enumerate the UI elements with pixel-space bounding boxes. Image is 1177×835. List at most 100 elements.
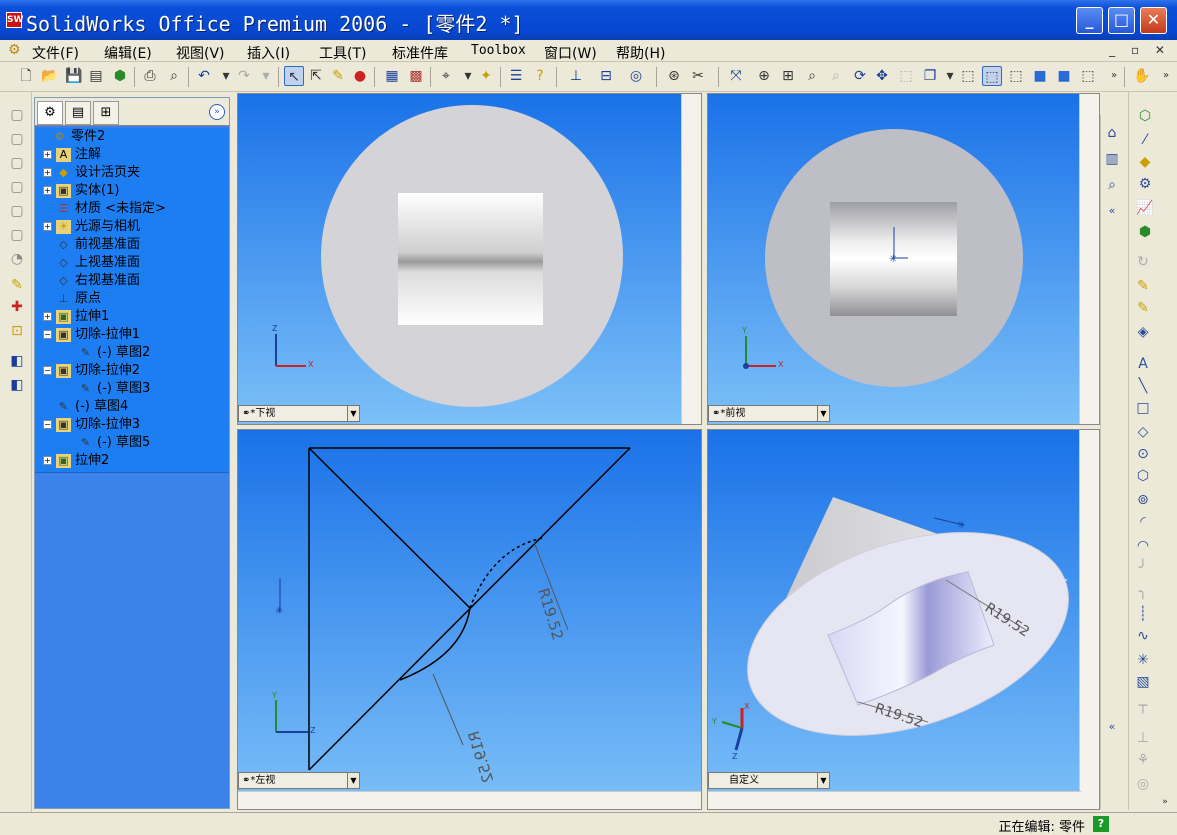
grid-icon[interactable]: ▦ xyxy=(382,66,402,86)
text-icon[interactable]: A xyxy=(1133,354,1153,374)
smart-dimension-icon[interactable]: ◈ xyxy=(1133,322,1153,342)
rebuild-icon[interactable]: ⬢ xyxy=(110,66,130,86)
new-icon[interactable]: 🗋 xyxy=(16,66,36,86)
menu-edit[interactable]: 编辑(E) xyxy=(104,43,152,63)
zoom-area-icon[interactable]: ⊞ xyxy=(778,66,798,86)
collapse-task-pane-bottom-icon[interactable]: « xyxy=(1102,717,1122,737)
offset-icon[interactable]: ⚘ xyxy=(1133,750,1153,770)
viewport-custom-hscrollbar[interactable] xyxy=(708,791,1081,809)
edit-sketch-icon[interactable]: ✎ xyxy=(1133,276,1153,296)
measure-icon[interactable]: ✦ xyxy=(476,66,496,86)
viewport-left[interactable]: R19.52 R19.52 ✳ Y Z ⚭*左视 ▼ xyxy=(237,429,702,810)
tool-icon[interactable]: ✂ xyxy=(688,66,708,86)
collapse-icon[interactable]: − xyxy=(43,330,52,339)
tree-item[interactable]: + ▣ 拉伸1 xyxy=(43,308,109,326)
zoom-to-fit-icon[interactable]: ⊕ xyxy=(754,66,774,86)
tree-item[interactable]: − ▣ 切除-拉伸2 xyxy=(43,362,140,380)
maximize-button[interactable]: □ xyxy=(1108,7,1135,34)
toolbar-overflow-right-icon[interactable]: » xyxy=(1156,66,1176,86)
tree-item[interactable]: + ☀ 光源与相机 xyxy=(43,218,140,236)
viewport-front[interactable]: ✳ Y X ⚭*前视 ▼ xyxy=(707,93,1100,425)
redo-dropdown-icon[interactable]: ▾ xyxy=(256,66,276,86)
options-icon[interactable]: ☰ xyxy=(506,66,526,86)
hidden-lines-visible-icon[interactable]: ⬚ xyxy=(982,66,1002,86)
menu-window[interactable]: 窗口(W) xyxy=(544,43,597,63)
hidden-lines-removed-icon[interactable]: ⬚ xyxy=(1006,66,1026,86)
expand-icon[interactable]: + xyxy=(43,168,52,177)
print-icon[interactable]: ⎙ xyxy=(140,66,160,86)
file-explorer-icon[interactable]: ⌕ xyxy=(1102,175,1122,195)
rotate-sketch-icon[interactable]: ↻ xyxy=(1133,252,1153,272)
chamfer-icon[interactable]: ╮ xyxy=(1133,582,1153,602)
mirror-icon[interactable]: ◧ xyxy=(8,376,26,394)
extrude-boss-icon[interactable]: ▢ xyxy=(8,106,26,124)
expand-panel-icon[interactable]: » xyxy=(209,104,225,120)
tree-item[interactable]: + A 注解 xyxy=(43,146,101,164)
design-library-icon[interactable]: ▥ xyxy=(1102,149,1122,169)
viewport-bottom[interactable]: Z X ⚭*下视 ▼ xyxy=(237,93,702,425)
sweep-icon[interactable]: ▢ xyxy=(8,154,26,172)
revolve-icon[interactable]: ▢ xyxy=(8,130,26,148)
3d-sketch-icon[interactable]: ✎ xyxy=(1133,298,1153,318)
centerline-icon[interactable]: ┊ xyxy=(1133,604,1153,624)
shaded-icon[interactable]: ■ xyxy=(1054,66,1074,86)
tab-feature-tree[interactable]: ⚙ xyxy=(37,101,63,125)
viewport-front-graphics[interactable]: ✳ xyxy=(708,94,1100,425)
tree-item[interactable]: + ▣ 拉伸2 xyxy=(43,452,109,470)
views-dropdown-icon[interactable]: ▾ xyxy=(940,66,960,86)
preview-icon[interactable]: ⌕ xyxy=(164,66,184,86)
viewport-custom-graphics[interactable]: R19.52 R19.52 ✳ xyxy=(708,430,1100,810)
chevron-down-icon[interactable]: ▼ xyxy=(817,406,829,421)
fillet-sketch-icon[interactable]: ╯ xyxy=(1133,558,1153,578)
viewport-left-graphics[interactable]: R19.52 R19.52 ✳ xyxy=(238,430,702,810)
expand-icon[interactable]: + xyxy=(43,150,52,159)
block-icon[interactable]: ⚙ xyxy=(1135,174,1155,194)
undo-dropdown-icon[interactable]: ▾ xyxy=(216,66,236,86)
shaded-edges-icon[interactable]: ■ xyxy=(1030,66,1050,86)
document-icon[interactable]: ⚙ xyxy=(8,42,21,58)
mate-icon[interactable]: ⊛ xyxy=(664,66,684,86)
spline-icon[interactable]: ∿ xyxy=(1133,626,1153,646)
view-name-left[interactable]: ⚭*左视 ▼ xyxy=(238,772,360,789)
relations-icon[interactable]: ◆ xyxy=(1135,152,1155,172)
tree-item[interactable]: ✎ (-) 草图4 xyxy=(43,398,128,416)
viewport-left-scrollbar[interactable] xyxy=(238,791,701,809)
viewport-custom-scrollbar[interactable] xyxy=(1079,430,1099,809)
select-icon[interactable]: ↖ xyxy=(284,66,304,86)
circle-icon[interactable]: ⊙ xyxy=(1133,444,1153,464)
standard-views-icon[interactable]: ❐ xyxy=(920,66,940,86)
tree-item[interactable]: ☰ 材质 <未指定> xyxy=(43,200,166,218)
home-icon[interactable]: ⌂ xyxy=(1102,123,1122,143)
collapse-icon[interactable]: − xyxy=(43,420,52,429)
view-name-custom[interactable]: 自定义 ▼ xyxy=(708,772,830,789)
cube-icon[interactable]: ⬢ xyxy=(1135,222,1155,242)
menu-insert[interactable]: 插入(I) xyxy=(247,43,290,63)
arc-icon[interactable]: ◜ xyxy=(1133,512,1153,532)
shadows-icon[interactable]: ⬚ xyxy=(1078,66,1098,86)
brick-icon[interactable]: ▩ xyxy=(406,66,426,86)
sketch-edit-icon[interactable]: ✎ xyxy=(8,276,26,294)
rectangle-icon[interactable]: □ xyxy=(1133,398,1153,418)
chevron-down-icon[interactable]: ▼ xyxy=(817,773,829,788)
menu-tools[interactable]: 工具(T) xyxy=(319,43,366,63)
tree-item[interactable]: − ▣ 切除-拉伸3 xyxy=(43,416,140,434)
reference-dropdown-icon[interactable]: ▾ xyxy=(458,66,478,86)
menu-help[interactable]: 帮助(H) xyxy=(616,43,665,63)
line-icon[interactable]: ╲ xyxy=(1133,376,1153,396)
smart-dimension-icon[interactable]: ⊡ xyxy=(8,322,26,340)
align-icon[interactable]: ⊥ xyxy=(566,66,586,86)
tree-item[interactable]: ◇ 上视基准面 xyxy=(43,254,140,272)
tree-item[interactable]: ◇ 前视基准面 xyxy=(43,236,140,254)
mdi-window-buttons[interactable]: _ ▫ ✕ xyxy=(1109,43,1171,57)
select-filter-icon[interactable]: ⇱ xyxy=(306,66,326,86)
extend-icon[interactable]: ⊥ xyxy=(1133,728,1153,748)
tree-item[interactable]: ◇ 右视基准面 xyxy=(43,272,140,290)
tangent-arc-icon[interactable]: ◠ xyxy=(1133,536,1153,556)
traffic-light-icon[interactable]: ● xyxy=(350,66,370,86)
chevron-down-icon[interactable]: ▼ xyxy=(347,406,359,421)
tab-configuration-manager[interactable]: ⊞ xyxy=(93,101,119,125)
tree-item[interactable]: − ▣ 切除-拉伸1 xyxy=(43,326,140,344)
menu-file[interactable]: 文件(F) xyxy=(32,43,79,63)
perimeter-circle-icon[interactable]: ⊚ xyxy=(1133,490,1153,510)
collapse-icon[interactable]: − xyxy=(43,366,52,375)
